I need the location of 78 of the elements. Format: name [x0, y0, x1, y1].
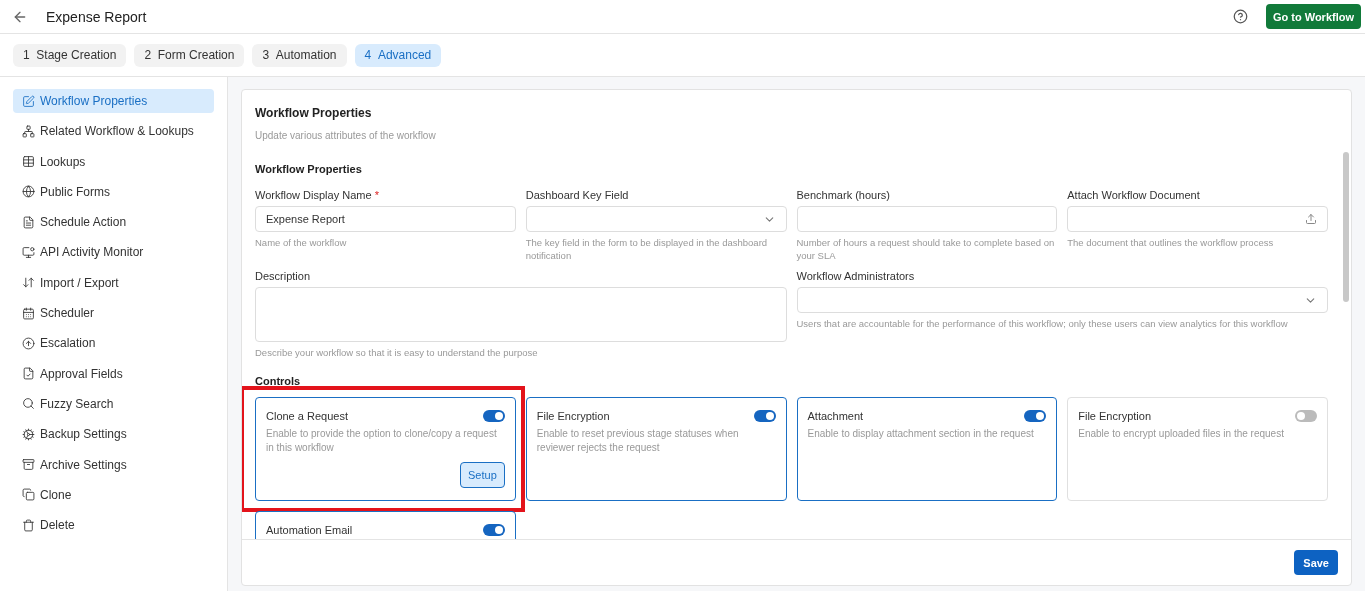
- input-field[interactable]: Expense Report: [255, 206, 516, 232]
- toggle-switch[interactable]: [1024, 410, 1047, 422]
- go-to-workflow-button[interactable]: Go to Workflow: [1265, 4, 1361, 29]
- field-hint: The key field in the form to be displayed in the dashboard notification: [525, 236, 769, 262]
- arrows-icon: [22, 276, 35, 290]
- monitor-icon: [22, 246, 35, 259]
- archive-icon: [22, 458, 35, 472]
- up-arrow-circle-icon: [22, 336, 35, 350]
- sidebar-item[interactable]: API Activity Monitor: [13, 240, 214, 265]
- sidebar-item[interactable]: Clone: [13, 482, 214, 507]
- setup-button[interactable]: Setup: [460, 462, 505, 488]
- input-field[interactable]: [796, 206, 1058, 232]
- sidebar-item[interactable]: Workflow Properties: [13, 89, 214, 113]
- field-hint: Users that are accountable for the performance of this workflow; only these users can view analytics for this workflow: [796, 317, 1289, 330]
- copy-icon: [22, 488, 35, 502]
- sidebar-item[interactable]: Import / Export: [13, 270, 214, 295]
- section-title: Controls: [255, 375, 302, 387]
- field-hint: Number of hours a request should take to complete based on your SLA: [796, 236, 1056, 262]
- upload-icon: [1305, 213, 1317, 225]
- required-mark: *: [374, 189, 379, 201]
- control-description: Enable to display attachment section in the request: [807, 427, 1035, 441]
- control-title: File Encryption: [1078, 410, 1151, 422]
- trash-icon: [22, 518, 35, 532]
- step-tab[interactable]: 2 Form Creation: [134, 43, 245, 67]
- control-description: Enable to reset previous stage statuses when reviewer rejects the request: [536, 427, 740, 455]
- scrollbar-thumb[interactable]: [1343, 152, 1349, 302]
- panel-subtitle: Update various attributes of the workflow: [255, 130, 437, 141]
- field-label: Description: [255, 270, 312, 282]
- globe-icon: [22, 185, 35, 199]
- sidebar-item[interactable]: Related Workflow & Lookups: [13, 119, 214, 144]
- step-tab[interactable]: 1 Stage Creation: [13, 43, 127, 67]
- select-field[interactable]: [796, 287, 1328, 313]
- sidebar-item[interactable]: Public Forms: [13, 179, 214, 204]
- step-tab[interactable]: 3 Automation: [252, 43, 347, 67]
- section-title: Workflow Properties: [255, 163, 363, 175]
- field-hint: The document that outlines the workflow process: [1067, 236, 1275, 249]
- help-icon[interactable]: [1232, 9, 1248, 24]
- network-icon: [22, 124, 35, 138]
- control-title: Attachment: [807, 410, 864, 422]
- step-tab[interactable]: 4 Advanced: [354, 43, 442, 67]
- control-title: File Encryption: [536, 410, 610, 422]
- sidebar-item[interactable]: Archive Settings: [13, 452, 214, 477]
- toggle-switch[interactable]: [753, 410, 776, 422]
- field-label: Benchmark (hours): [796, 189, 892, 201]
- control-description: Enable to encrypt uploaded files in the request: [1078, 427, 1285, 441]
- sidebar-item[interactable]: Approval Fields: [13, 361, 214, 386]
- field-label: Workflow Display Name *: [255, 189, 380, 201]
- control-title: Automation Email: [266, 524, 353, 536]
- field-label: Attach Workflow Document: [1067, 189, 1201, 201]
- control-description: Enable to provide the option to clone/copy a request in this workflow: [266, 427, 498, 455]
- select-field[interactable]: [525, 206, 787, 232]
- page-title: Expense Report: [46, 8, 148, 25]
- gear-icon: [22, 427, 35, 441]
- toggle-switch[interactable]: [482, 524, 505, 536]
- sidebar-item[interactable]: Delete: [13, 513, 214, 538]
- sidebar-item[interactable]: Schedule Action: [13, 210, 214, 235]
- field-label: Workflow Administrators: [796, 270, 916, 282]
- sidebar-item[interactable]: Fuzzy Search: [13, 391, 214, 416]
- document-icon: [22, 215, 35, 229]
- search-icon: [22, 397, 35, 411]
- input-field[interactable]: [255, 287, 787, 342]
- save-button[interactable]: Save: [1294, 550, 1338, 575]
- sidebar-item[interactable]: Scheduler: [13, 301, 214, 326]
- toggle-switch[interactable]: [482, 410, 505, 422]
- field-hint: Name of the workflow: [255, 236, 348, 249]
- calendar-icon: [22, 306, 35, 320]
- table-icon: [22, 155, 35, 169]
- file-check-icon: [22, 367, 35, 381]
- sidebar-item[interactable]: Lookups: [13, 149, 214, 174]
- toggle-switch[interactable]: [1295, 410, 1317, 422]
- edit-icon: [22, 94, 35, 108]
- sidebar-item[interactable]: Backup Settings: [13, 422, 214, 447]
- sidebar-item[interactable]: Escalation: [13, 331, 214, 356]
- field-hint: Describe your workflow so that it is easy to understand the purpose: [255, 346, 539, 359]
- field-label: Dashboard Key Field: [525, 189, 630, 201]
- control-title: Clone a Request: [266, 410, 348, 422]
- upload-field[interactable]: [1067, 206, 1328, 232]
- panel-title: Workflow Properties: [255, 106, 373, 120]
